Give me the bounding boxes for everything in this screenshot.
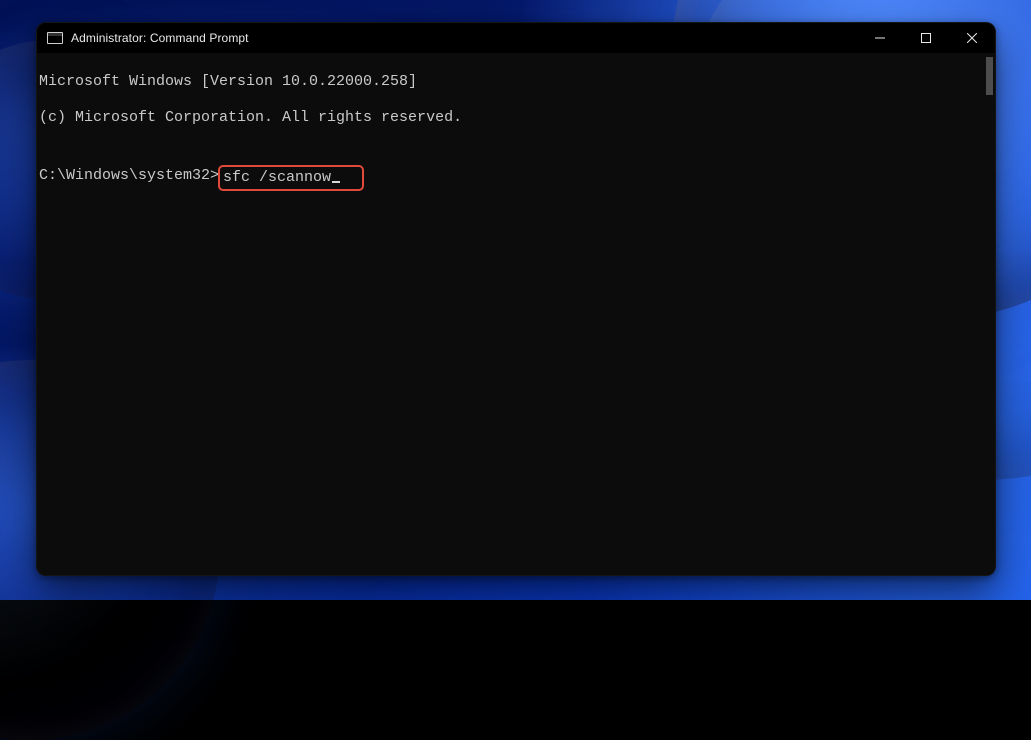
text-cursor — [332, 181, 340, 183]
output-line: Microsoft Windows [Version 10.0.22000.25… — [39, 73, 979, 91]
cmd-icon — [47, 32, 63, 44]
window-controls — [857, 23, 995, 53]
minimize-button[interactable] — [857, 23, 903, 53]
prompt-text: C:\Windows\system32> — [39, 167, 219, 184]
output-line: (c) Microsoft Corporation. All rights re… — [39, 109, 979, 127]
terminal-output[interactable]: Microsoft Windows [Version 10.0.22000.25… — [37, 53, 983, 575]
command-prompt-window: Administrator: Command Prompt Microsoft … — [36, 22, 996, 576]
titlebar[interactable]: Administrator: Command Prompt — [37, 23, 995, 53]
vertical-scrollbar[interactable] — [983, 53, 995, 575]
command-highlight-annotation: sfc /scannow — [218, 165, 364, 191]
typed-command: sfc /scannow — [223, 169, 331, 186]
window-title: Administrator: Command Prompt — [71, 31, 249, 45]
close-button[interactable] — [949, 23, 995, 53]
terminal-area[interactable]: Microsoft Windows [Version 10.0.22000.25… — [37, 53, 995, 575]
scrollbar-thumb[interactable] — [986, 57, 993, 95]
maximize-button[interactable] — [903, 23, 949, 53]
